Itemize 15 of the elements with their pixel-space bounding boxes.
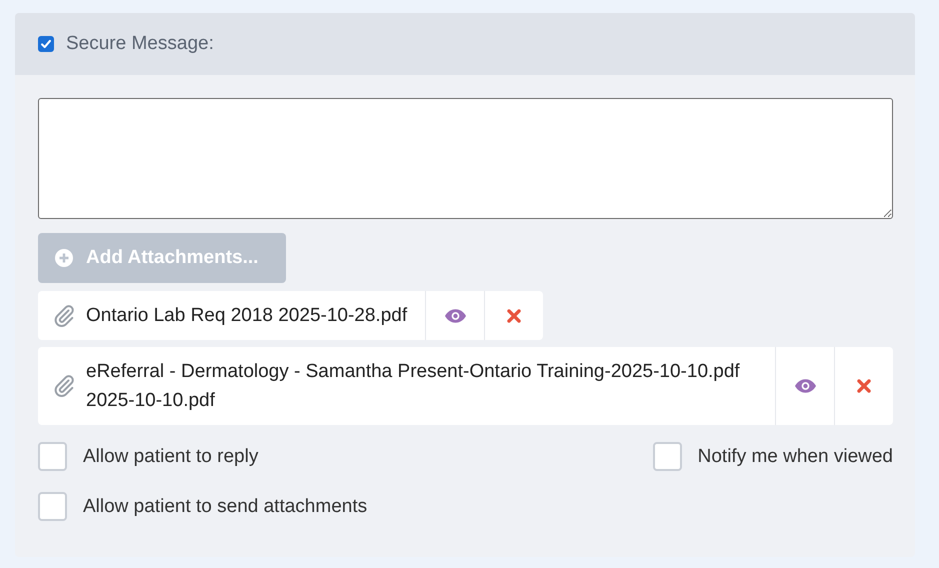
close-icon (506, 308, 522, 324)
eye-icon (444, 308, 467, 324)
header-label: Secure Message: (66, 33, 214, 55)
option-label: Notify me when viewed (698, 446, 893, 468)
checkbox[interactable] (38, 36, 54, 52)
close-icon (856, 378, 872, 394)
option-label: Allow patient to send attachments (83, 496, 368, 518)
option-label: Allow patient to reply (83, 446, 258, 468)
attachment-name: Ontario Lab Req 2018 2025-10-28.pdf (86, 304, 408, 328)
message-field[interactable] (38, 98, 893, 219)
plus-circle-icon (54, 248, 74, 268)
attachment-name: eReferral - Dermatology - Samantha Present-Ontario Training-2025-10-10.pdf 2025-10-10.pdf (86, 360, 741, 413)
paperclip-icon (52, 374, 76, 398)
eye-icon (794, 378, 816, 394)
paperclip-icon (52, 304, 76, 328)
